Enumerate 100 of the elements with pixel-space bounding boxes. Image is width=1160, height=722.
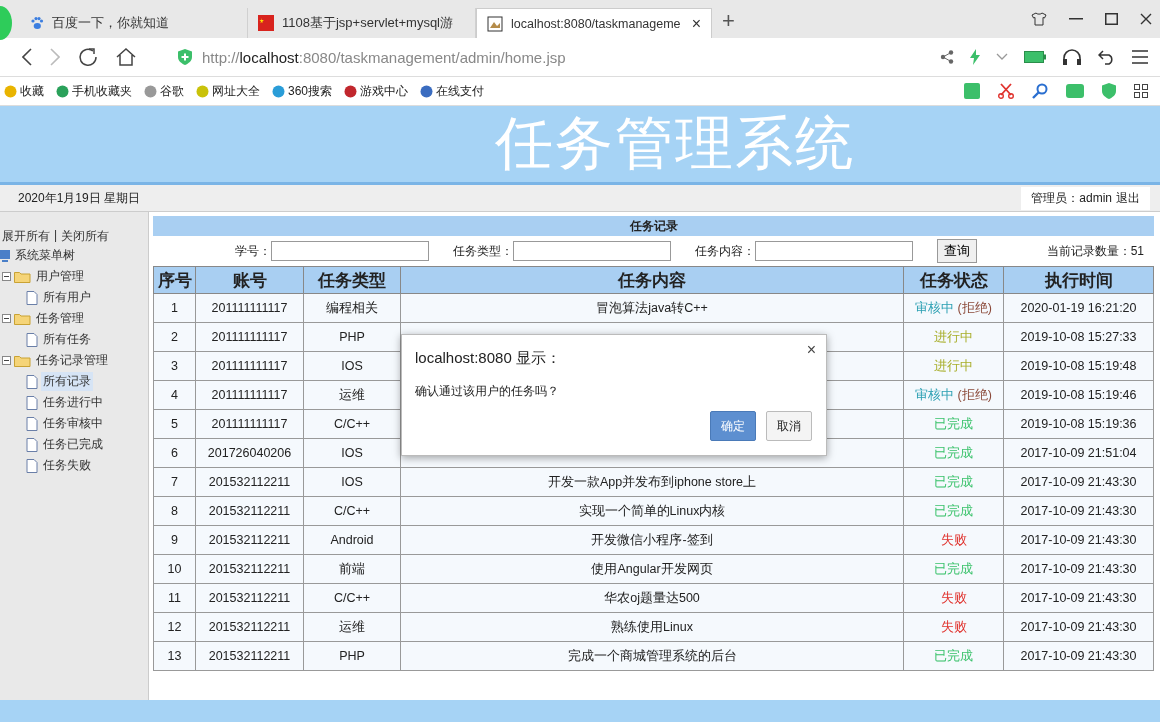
browser-tab[interactable]: 百度一下，你就知道 <box>20 8 248 38</box>
table-cell: 熟练使用Linux <box>400 612 904 642</box>
tree-item[interactable]: 任务审核中 <box>41 414 105 433</box>
tree-item[interactable]: 所有记录 <box>41 372 93 391</box>
shirt-icon[interactable] <box>1031 12 1047 26</box>
paw-icon <box>30 16 44 30</box>
page-icon <box>26 395 38 410</box>
table-cell: 2017-10-09 21:43:30 <box>1003 525 1154 555</box>
collapse-toggle[interactable] <box>2 272 11 281</box>
collapse-toggle[interactable] <box>2 356 11 365</box>
scissors-icon[interactable] <box>998 83 1014 99</box>
status-cell: 失败 <box>903 612 1004 642</box>
bookmark-icon <box>420 84 434 98</box>
tree-item[interactable]: 任务已完成 <box>41 435 105 454</box>
table-cell: 2019-10-08 15:27:33 <box>1003 322 1154 352</box>
bookmark-item[interactable]: 网址大全 <box>196 82 260 100</box>
table-cell: 使用Angular开发网页 <box>400 554 904 584</box>
tree-folder[interactable]: 任务管理 <box>34 309 86 328</box>
table-cell: 1 <box>153 293 196 323</box>
tree-item[interactable]: 所有任务 <box>41 330 93 349</box>
home-icon[interactable] <box>116 48 136 66</box>
tree-item[interactable]: 任务失败 <box>41 456 93 475</box>
dialog-button[interactable]: 取消 <box>766 411 812 441</box>
close-button[interactable]: × <box>806 341 816 359</box>
page-icon <box>26 332 38 347</box>
search-button[interactable]: 查询 <box>937 239 977 263</box>
new-tab-button[interactable]: + <box>722 8 735 34</box>
table-cell: 201111111117 <box>195 351 304 381</box>
expand-all-link[interactable]: 展开所有 <box>2 228 50 245</box>
filter-field[interactable] <box>271 241 429 261</box>
table-cell: 4 <box>153 380 196 410</box>
table-cell: 10 <box>153 554 196 584</box>
minimize-icon[interactable] <box>1069 18 1083 20</box>
app-title: 任务管理系统 <box>495 109 855 177</box>
browser-tab[interactable]: 1108基于jsp+servlet+mysql游 <box>248 8 476 38</box>
table-cell: 201532112211 <box>195 554 304 584</box>
logout-link[interactable]: 退出 <box>1116 189 1140 207</box>
collapse-toggle[interactable] <box>2 314 11 323</box>
status-cell: 已完成 <box>903 467 1004 497</box>
page-icon <box>26 458 38 473</box>
filter-field[interactable] <box>513 241 671 261</box>
status-cell: 已完成 <box>903 554 1004 584</box>
table-cell: 201532112211 <box>195 583 304 613</box>
table-cell: PHP <box>303 322 401 352</box>
tree-root[interactable]: 系统菜单树 <box>13 246 77 265</box>
close-icon[interactable] <box>1140 13 1152 25</box>
share-icon[interactable] <box>940 50 954 64</box>
bookmark-item[interactable]: 收藏 <box>4 82 44 100</box>
status-cell: 失败 <box>903 525 1004 555</box>
table-cell: 13 <box>153 641 196 671</box>
bookmark-item[interactable]: 游戏中心 <box>344 82 409 100</box>
page-icon <box>26 437 38 452</box>
bookmark-icon <box>272 84 285 98</box>
table-cell: 2017-10-09 21:43:30 <box>1003 612 1154 642</box>
table-cell: 5 <box>153 409 196 439</box>
menu-icon[interactable] <box>1132 50 1148 64</box>
column-header: 执行时间 <box>1003 266 1154 294</box>
table-cell: 2017-10-09 21:51:04 <box>1003 438 1154 468</box>
tree-folder[interactable]: 任务记录管理 <box>34 351 110 370</box>
maximize-icon[interactable] <box>1105 13 1118 25</box>
computer-icon <box>0 248 10 263</box>
filter-field[interactable] <box>755 241 913 261</box>
table-cell: 201532112211 <box>195 467 304 497</box>
bookmark-icon <box>344 84 358 98</box>
folder-icon <box>14 354 31 367</box>
apps-icon[interactable] <box>1134 84 1148 98</box>
reload-icon[interactable] <box>78 47 98 67</box>
table-cell: 201111111117 <box>195 380 304 410</box>
table-cell: 201532112211 <box>195 496 304 526</box>
tree-item[interactable]: 任务进行中 <box>41 393 105 412</box>
browser-tab[interactable]: localhost:8080/taskmanageme × <box>476 8 712 38</box>
page-icon <box>26 374 38 389</box>
status-cell: 审核中 (拒绝) <box>903 293 1004 323</box>
tree-folder[interactable]: 用户管理 <box>34 267 86 286</box>
collapse-all-link[interactable]: 关闭所有 <box>61 228 110 245</box>
tree-item[interactable]: 所有用户 <box>41 288 93 307</box>
bookmark-item[interactable]: 在线支付 <box>420 82 485 100</box>
table-cell: IOS <box>303 438 401 468</box>
folder-icon <box>14 312 31 325</box>
address-field[interactable]: http://localhost:8080/taskmanagement/admin/home.jsp <box>202 48 566 66</box>
table-cell: 编程相关 <box>303 293 401 323</box>
filter-label: 任务内容： <box>695 242 755 260</box>
back-icon[interactable] <box>22 48 32 66</box>
headphones-icon[interactable] <box>1062 48 1082 66</box>
battery-icon[interactable] <box>1024 51 1046 63</box>
bookmark-item[interactable]: 360搜索 <box>272 82 333 100</box>
undo-icon[interactable] <box>1098 49 1116 65</box>
table-cell: 9 <box>153 525 196 555</box>
table-cell: 冒泡算法java转C++ <box>400 293 904 323</box>
bookmark-item[interactable]: 手机收藏夹 <box>56 82 132 100</box>
chevron-down-icon[interactable] <box>996 53 1008 61</box>
table-cell: 2019-10-08 15:19:46 <box>1003 380 1154 410</box>
dialog-message: 确认通过该用户的任务吗？ <box>415 383 559 400</box>
admin-label: 管理员：admin <box>1031 189 1112 207</box>
table-cell: 201111111117 <box>195 409 304 439</box>
table-cell: 开发微信小程序-签到 <box>400 525 904 555</box>
search-icon[interactable] <box>1032 83 1048 99</box>
table-cell: 运维 <box>303 380 401 410</box>
table-cell: 2019-10-08 15:19:48 <box>1003 351 1154 381</box>
bookmark-item[interactable]: 谷歌 <box>144 82 184 100</box>
